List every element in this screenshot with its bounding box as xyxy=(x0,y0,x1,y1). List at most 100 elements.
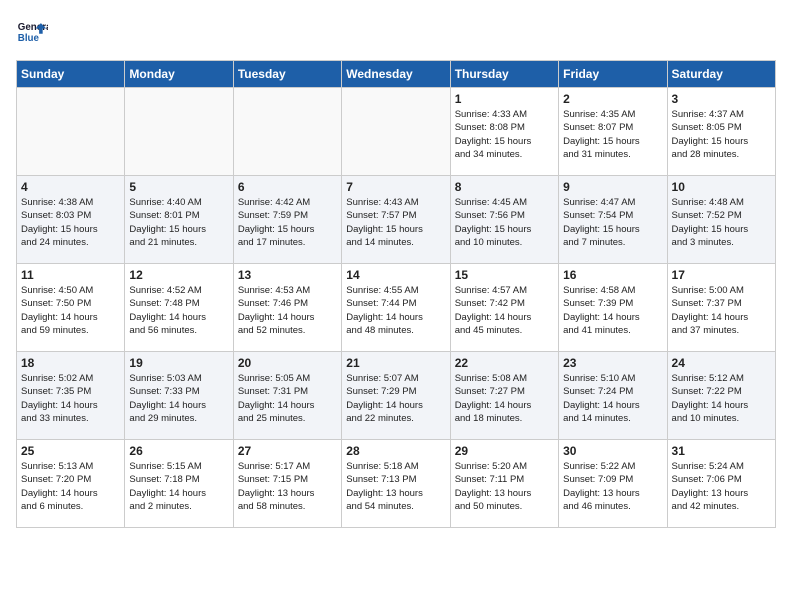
page-header: General Blue xyxy=(16,16,776,48)
day-info: Sunrise: 5:24 AMSunset: 7:06 PMDaylight:… xyxy=(672,460,771,513)
logo-icon: General Blue xyxy=(16,16,48,48)
day-info: Sunrise: 4:33 AMSunset: 8:08 PMDaylight:… xyxy=(455,108,554,161)
day-of-week-header: Friday xyxy=(559,61,667,88)
calendar-table: SundayMondayTuesdayWednesdayThursdayFrid… xyxy=(16,60,776,528)
logo: General Blue xyxy=(16,16,52,48)
calendar-cell: 1 Sunrise: 4:33 AMSunset: 8:08 PMDaylight… xyxy=(450,88,558,176)
calendar-cell: 14 Sunrise: 4:55 AMSunset: 7:44 PMDayligh… xyxy=(342,264,450,352)
day-number: 26 xyxy=(129,444,228,458)
day-info: Sunrise: 5:22 AMSunset: 7:09 PMDaylight:… xyxy=(563,460,662,513)
calendar-cell: 8 Sunrise: 4:45 AMSunset: 7:56 PMDaylight… xyxy=(450,176,558,264)
calendar-cell: 12Sunrise: 4:52 AMSunset: 7:48 PMDayligh… xyxy=(125,264,233,352)
calendar-cell: 31 Sunrise: 5:24 AMSunset: 7:06 PMDayligh… xyxy=(667,440,775,528)
day-info: Sunrise: 5:02 AMSunset: 7:35 PMDaylight:… xyxy=(21,372,120,425)
day-number: 5 xyxy=(129,180,228,194)
day-number: 3 xyxy=(672,92,771,106)
day-number: 31 xyxy=(672,444,771,458)
calendar-cell: 15 Sunrise: 4:57 AMSunset: 7:42 PMDayligh… xyxy=(450,264,558,352)
calendar-cell: 9 Sunrise: 4:47 AMSunset: 7:54 PMDaylight… xyxy=(559,176,667,264)
day-info: Sunrise: 5:10 AMSunset: 7:24 PMDaylight:… xyxy=(563,372,662,425)
day-info: Sunrise: 5:07 AMSunset: 7:29 PMDaylight:… xyxy=(346,372,445,425)
day-of-week-header: Thursday xyxy=(450,61,558,88)
day-number: 23 xyxy=(563,356,662,370)
day-info: Sunrise: 4:47 AMSunset: 7:54 PMDaylight:… xyxy=(563,196,662,249)
day-info: Sunrise: 4:50 AMSunset: 7:50 PMDaylight:… xyxy=(21,284,120,337)
calendar-cell: 24 Sunrise: 5:12 AMSunset: 7:22 PMDayligh… xyxy=(667,352,775,440)
calendar-cell: 6 Sunrise: 4:42 AMSunset: 7:59 PMDaylight… xyxy=(233,176,341,264)
day-info: Sunrise: 5:08 AMSunset: 7:27 PMDaylight:… xyxy=(455,372,554,425)
day-info: Sunrise: 5:18 AMSunset: 7:13 PMDaylight:… xyxy=(346,460,445,513)
day-info: Sunrise: 4:43 AMSunset: 7:57 PMDaylight:… xyxy=(346,196,445,249)
day-number: 29 xyxy=(455,444,554,458)
day-info: Sunrise: 4:55 AMSunset: 7:44 PMDaylight:… xyxy=(346,284,445,337)
day-info: Sunrise: 4:58 AMSunset: 7:39 PMDaylight:… xyxy=(563,284,662,337)
day-number: 21 xyxy=(346,356,445,370)
day-info: Sunrise: 4:38 AMSunset: 8:03 PMDaylight:… xyxy=(21,196,120,249)
day-number: 15 xyxy=(455,268,554,282)
svg-text:Blue: Blue xyxy=(18,33,40,44)
day-info: Sunrise: 5:20 AMSunset: 7:11 PMDaylight:… xyxy=(455,460,554,513)
calendar-cell: 19Sunrise: 5:03 AMSunset: 7:33 PMDayligh… xyxy=(125,352,233,440)
calendar-cell: 13 Sunrise: 4:53 AMSunset: 7:46 PMDayligh… xyxy=(233,264,341,352)
day-number: 7 xyxy=(346,180,445,194)
calendar-cell: 26 Sunrise: 5:15 AMSunset: 7:18 PMDayligh… xyxy=(125,440,233,528)
calendar-cell xyxy=(342,88,450,176)
day-number: 13 xyxy=(238,268,337,282)
day-info: Sunrise: 5:05 AMSunset: 7:31 PMDaylight:… xyxy=(238,372,337,425)
day-number: 16 xyxy=(563,268,662,282)
day-number: 6 xyxy=(238,180,337,194)
day-info: Sunrise: 4:53 AMSunset: 7:46 PMDaylight:… xyxy=(238,284,337,337)
day-of-week-header: Monday xyxy=(125,61,233,88)
calendar-cell xyxy=(125,88,233,176)
calendar-cell: 27 Sunrise: 5:17 AMSunset: 7:15 PMDayligh… xyxy=(233,440,341,528)
day-number: 9 xyxy=(563,180,662,194)
day-number: 18 xyxy=(21,356,120,370)
day-number: 20 xyxy=(238,356,337,370)
day-number: 11 xyxy=(21,268,120,282)
day-number: 8 xyxy=(455,180,554,194)
day-of-week-header: Tuesday xyxy=(233,61,341,88)
day-number: 12 xyxy=(129,268,228,282)
day-number: 25 xyxy=(21,444,120,458)
calendar-cell: 7 Sunrise: 4:43 AMSunset: 7:57 PMDaylight… xyxy=(342,176,450,264)
calendar-cell: 21 Sunrise: 5:07 AMSunset: 7:29 PMDayligh… xyxy=(342,352,450,440)
calendar-cell: 29 Sunrise: 5:20 AMSunset: 7:11 PMDayligh… xyxy=(450,440,558,528)
calendar-cell: 22 Sunrise: 5:08 AMSunset: 7:27 PMDayligh… xyxy=(450,352,558,440)
day-number: 17 xyxy=(672,268,771,282)
day-info: Sunrise: 4:35 AMSunset: 8:07 PMDaylight:… xyxy=(563,108,662,161)
day-info: Sunrise: 5:13 AMSunset: 7:20 PMDaylight:… xyxy=(21,460,120,513)
calendar-cell xyxy=(17,88,125,176)
calendar-cell: 18 Sunrise: 5:02 AMSunset: 7:35 PMDayligh… xyxy=(17,352,125,440)
day-info: Sunrise: 5:17 AMSunset: 7:15 PMDaylight:… xyxy=(238,460,337,513)
day-info: Sunrise: 5:12 AMSunset: 7:22 PMDaylight:… xyxy=(672,372,771,425)
day-of-week-header: Saturday xyxy=(667,61,775,88)
day-number: 19 xyxy=(129,356,228,370)
day-info: Sunrise: 4:42 AMSunset: 7:59 PMDaylight:… xyxy=(238,196,337,249)
day-number: 28 xyxy=(346,444,445,458)
day-number: 30 xyxy=(563,444,662,458)
calendar-cell xyxy=(233,88,341,176)
calendar-cell: 23 Sunrise: 5:10 AMSunset: 7:24 PMDayligh… xyxy=(559,352,667,440)
day-number: 4 xyxy=(21,180,120,194)
day-number: 2 xyxy=(563,92,662,106)
day-number: 22 xyxy=(455,356,554,370)
day-info: Sunrise: 4:37 AMSunset: 8:05 PMDaylight:… xyxy=(672,108,771,161)
day-number: 14 xyxy=(346,268,445,282)
calendar-cell: 20 Sunrise: 5:05 AMSunset: 7:31 PMDayligh… xyxy=(233,352,341,440)
day-info: Sunrise: 4:57 AMSunset: 7:42 PMDaylight:… xyxy=(455,284,554,337)
calendar-cell: 4 Sunrise: 4:38 AMSunset: 8:03 PMDaylight… xyxy=(17,176,125,264)
day-info: Sunrise: 4:45 AMSunset: 7:56 PMDaylight:… xyxy=(455,196,554,249)
calendar-cell: 3 Sunrise: 4:37 AMSunset: 8:05 PMDaylight… xyxy=(667,88,775,176)
calendar-cell: 5Sunrise: 4:40 AMSunset: 8:01 PMDaylight… xyxy=(125,176,233,264)
calendar-cell: 28 Sunrise: 5:18 AMSunset: 7:13 PMDayligh… xyxy=(342,440,450,528)
day-number: 10 xyxy=(672,180,771,194)
day-number: 24 xyxy=(672,356,771,370)
calendar-cell: 11 Sunrise: 4:50 AMSunset: 7:50 PMDayligh… xyxy=(17,264,125,352)
calendar-cell: 16 Sunrise: 4:58 AMSunset: 7:39 PMDayligh… xyxy=(559,264,667,352)
calendar-cell: 2 Sunrise: 4:35 AMSunset: 8:07 PMDaylight… xyxy=(559,88,667,176)
day-number: 27 xyxy=(238,444,337,458)
day-of-week-header: Wednesday xyxy=(342,61,450,88)
day-info: Sunrise: 4:48 AMSunset: 7:52 PMDaylight:… xyxy=(672,196,771,249)
day-info: Sunrise: 5:15 AMSunset: 7:18 PMDaylight:… xyxy=(129,460,228,513)
day-number: 1 xyxy=(455,92,554,106)
